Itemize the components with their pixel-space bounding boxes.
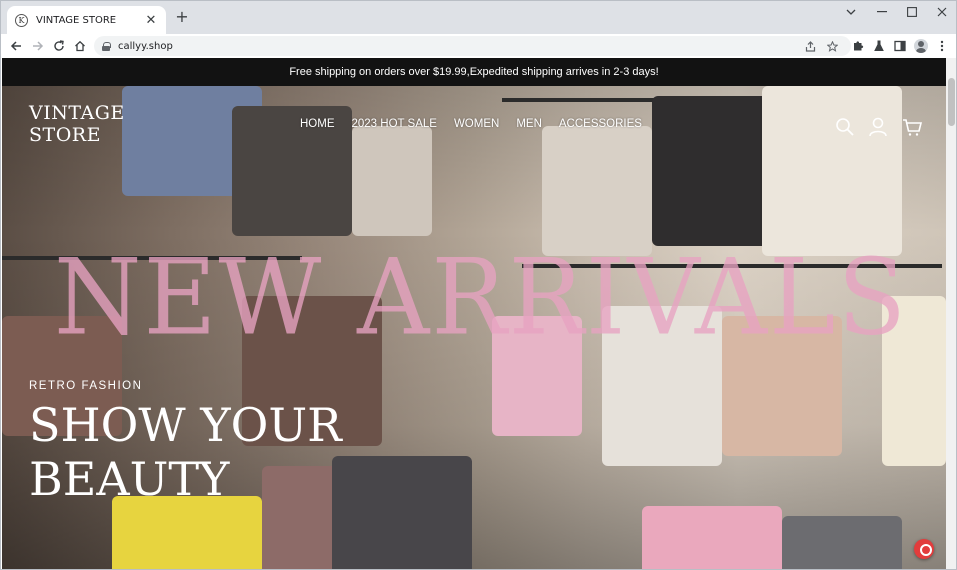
garment-shape	[782, 516, 902, 569]
garment-shape	[112, 496, 262, 569]
hero-headline: NEW ARRIVALS	[54, 236, 908, 359]
nav-accessories[interactable]: ACCESSORIES	[559, 118, 642, 130]
profile-avatar[interactable]	[910, 34, 932, 58]
lock-icon[interactable]	[102, 41, 111, 51]
chat-support-icon[interactable]	[914, 539, 934, 559]
close-window-icon[interactable]	[927, 1, 956, 23]
garment-shape	[352, 126, 432, 236]
share-icon[interactable]	[800, 36, 820, 56]
site-favicon-icon: K	[15, 13, 28, 27]
reload-icon[interactable]	[49, 34, 69, 58]
hero-title-line-1: SHOW YOUR	[29, 398, 342, 452]
browser-tab[interactable]: K VINTAGE STORE ✕	[7, 6, 166, 34]
announcement-bar: Free shipping on orders over $19.99,Expe…	[2, 58, 946, 86]
browser-window: K VINTAGE STORE ✕ + callyy.shop Free shi…	[0, 0, 957, 570]
browser-menu-icon[interactable]	[931, 34, 953, 58]
logo-line-1: VINTAGE	[29, 102, 125, 124]
hero-banner: VINTAGE STORE HOME 2023 HOT SALE WOMEN M…	[2, 86, 946, 569]
address-bar[interactable]: callyy.shop	[94, 36, 851, 56]
tab-close-icon[interactable]: ✕	[144, 13, 158, 28]
hero-title: SHOW YOUR BEAUTY	[29, 398, 342, 506]
hero-kicker: RETRO FASHION	[29, 380, 143, 392]
page-scrollbar[interactable]	[946, 58, 956, 569]
nav-men[interactable]: MEN	[516, 118, 542, 130]
hero-title-line-2: BEAUTY	[29, 452, 230, 506]
back-icon[interactable]	[6, 34, 26, 58]
bookmark-star-icon[interactable]	[822, 36, 842, 56]
web-page: Free shipping on orders over $19.99,Expe…	[2, 58, 946, 569]
main-nav: HOME 2023 HOT SALE WOMEN MEN ACCESSORIES	[300, 118, 659, 130]
garment-shape	[332, 456, 472, 569]
nav-women[interactable]: WOMEN	[454, 118, 499, 130]
home-icon[interactable]	[70, 34, 90, 58]
url-text: callyy.shop	[118, 40, 173, 52]
profile-icon	[914, 39, 928, 53]
tab-title: VINTAGE STORE	[36, 14, 117, 26]
new-tab-button[interactable]: +	[173, 8, 191, 26]
scrollbar-thumb[interactable]	[948, 78, 955, 126]
minimize-icon[interactable]	[867, 1, 897, 23]
account-icon[interactable]	[867, 116, 889, 138]
tab-strip: K VINTAGE STORE ✕ +	[1, 1, 956, 34]
garment-shape	[642, 506, 782, 569]
browser-toolbar: callyy.shop	[1, 34, 956, 58]
nav-home[interactable]: HOME	[300, 118, 335, 130]
forward-icon[interactable]	[28, 34, 48, 58]
search-icon[interactable]	[834, 116, 856, 138]
lab-flask-icon[interactable]	[868, 34, 890, 58]
garment-shape	[652, 96, 772, 246]
tab-search-icon[interactable]	[836, 1, 866, 23]
clothing-rack-rail	[502, 98, 662, 102]
nav-2023-hot-sale[interactable]: 2023 HOT SALE	[352, 118, 437, 130]
logo-line-2: STORE	[29, 124, 101, 146]
side-panel-icon[interactable]	[889, 34, 911, 58]
garment-shape	[762, 86, 902, 256]
cart-icon[interactable]	[901, 116, 923, 138]
maximize-icon[interactable]	[897, 1, 927, 23]
extensions-puzzle-icon[interactable]	[847, 34, 869, 58]
store-logo[interactable]: VINTAGE STORE	[29, 102, 125, 146]
